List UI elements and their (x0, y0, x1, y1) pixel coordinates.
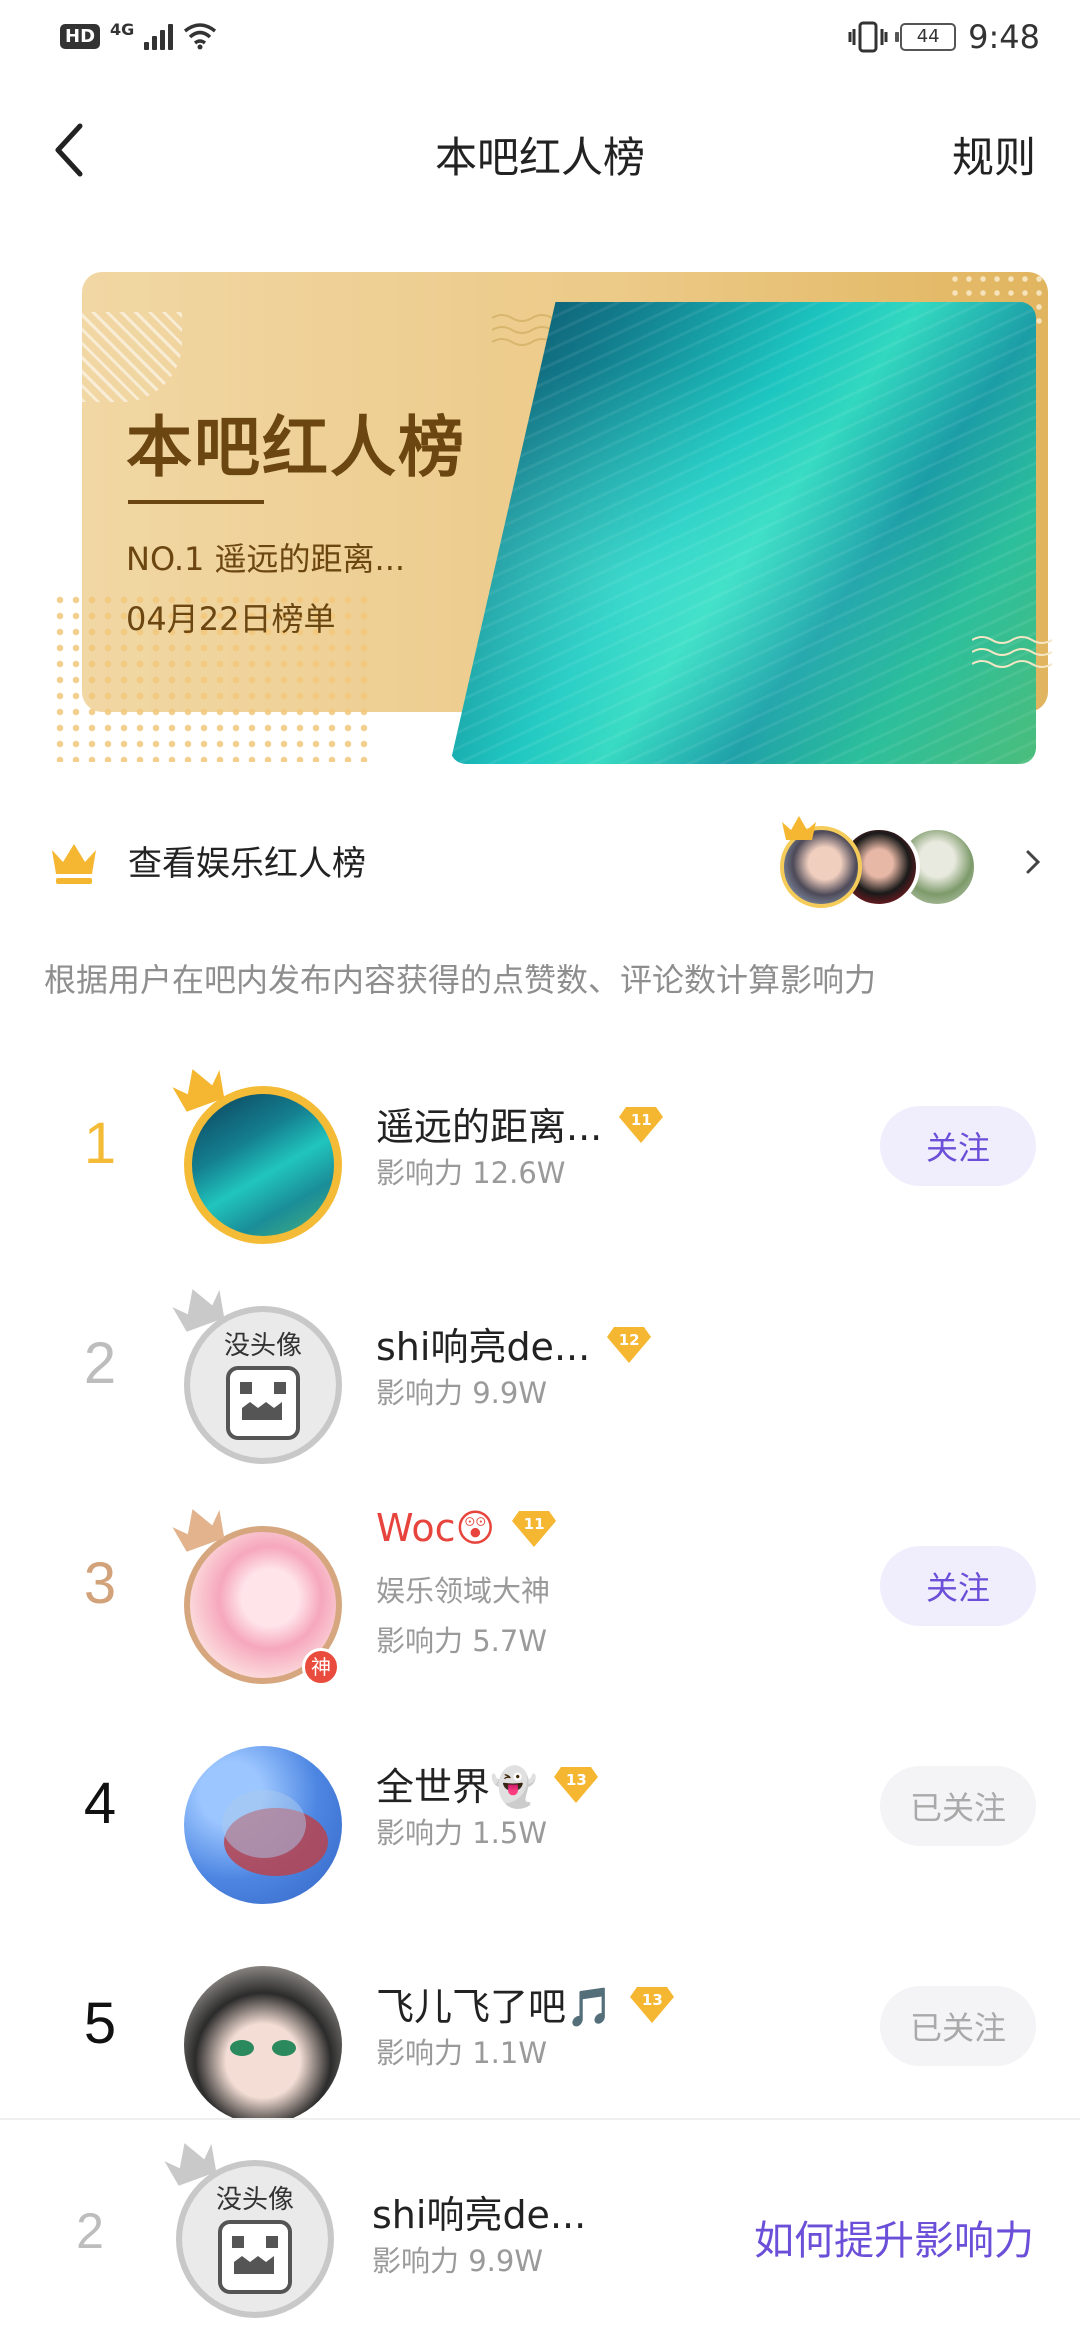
god-badge: 神 (302, 1648, 340, 1686)
level-badge-icon: 13 (629, 1983, 675, 2025)
banner-date: 04月22日榜单 (126, 600, 336, 638)
vibrate-icon (848, 21, 888, 53)
avatar-stack (780, 816, 980, 908)
rank-row-5[interactable]: 5 飞儿飞了吧🎵 13 影响力 1.1W 已关注 (0, 1920, 1080, 2124)
name-line: 全世界👻 13 (376, 1756, 599, 1811)
user-name[interactable]: 飞儿飞了吧🎵 (376, 1976, 613, 2031)
silver-crown-icon (172, 1289, 225, 1332)
avatar[interactable] (184, 1966, 342, 2124)
rank-row-3[interactable]: 3 神 Woc😲 11 娱乐领域大神 影响力 5.7W 关注 (0, 1480, 1080, 1686)
level-badge-icon: 13 (553, 1763, 599, 1805)
level-badge-icon: 11 (511, 1507, 557, 1549)
avatar[interactable] (184, 1746, 342, 1904)
name-line: Woc😲 11 (376, 1506, 557, 1550)
improve-influence-link[interactable]: 如何提升影响力 (754, 2208, 1034, 2266)
my-influence-value: 影响力 9.9W (372, 2244, 544, 2278)
my-rank-number: 2 (76, 2203, 104, 2259)
signal-icon (144, 22, 174, 50)
rank-row-1[interactable]: 1 遥远的距离... 11 影响力 12.6W 关注 (0, 1040, 1080, 1244)
name-line: 遥远的距离... 11 (376, 1096, 664, 1151)
followed-button[interactable]: 已关注 (880, 1986, 1036, 2066)
user-name[interactable]: Woc😲 (376, 1506, 495, 1550)
influence-value: 影响力 1.5W (376, 1816, 548, 1850)
status-bar: HD 4G 44 9:48 (0, 0, 1080, 80)
chevron-right-icon (1026, 850, 1041, 874)
avatar-wrap: 没头像 (168, 1280, 358, 1464)
banner-title: 本吧红人榜 (126, 409, 466, 486)
entertainment-rank-label: 查看娱乐红人榜 (128, 844, 366, 884)
level-badge-icon: 11 (618, 1103, 664, 1145)
follow-button[interactable]: 关注 (880, 1546, 1036, 1626)
rank-number: 1 (83, 1111, 117, 1176)
user-title: 娱乐领域大神 (376, 1574, 551, 1608)
user-name[interactable]: 全世界👻 (376, 1756, 537, 1811)
hd-badge: HD (60, 23, 101, 49)
influence-value: 影响力 12.6W (376, 1156, 566, 1190)
rules-link[interactable]: 规则 (952, 124, 1036, 185)
my-user-name[interactable]: shi响亮de... (372, 2184, 586, 2239)
svg-text:没头像: 没头像 (216, 2185, 294, 2215)
wifi-icon (184, 23, 217, 50)
crown-icon (52, 844, 96, 884)
rank-row-2[interactable]: 2 没头像 shi响亮de... 12 影响力 9.9W (0, 1260, 1080, 1464)
follow-button[interactable]: 关注 (880, 1106, 1036, 1186)
influence-value: 影响力 1.1W (376, 2036, 548, 2070)
banner-image (450, 302, 1036, 764)
status-time: 9:48 (968, 18, 1040, 56)
gold-crown-icon (172, 1069, 225, 1112)
name-line: shi响亮de... 12 (376, 1316, 652, 1371)
status-left: HD 4G (60, 19, 217, 50)
battery-indicator: 44 (895, 23, 957, 51)
svg-text:没头像: 没头像 (224, 1331, 302, 1361)
avatar-wrap: 没头像 (160, 2134, 350, 2318)
rank-row-4[interactable]: 4 全世界👻 13 影响力 1.5W 已关注 (0, 1700, 1080, 1904)
banner-divider (128, 500, 264, 504)
name-line: 飞儿飞了吧🎵 13 (376, 1976, 675, 2031)
rank-number: 5 (83, 1991, 117, 2056)
avatar-wrap (168, 1940, 358, 2124)
banner-stripes (82, 312, 182, 402)
status-right: 44 9:48 (848, 18, 1040, 56)
my-name-line: shi响亮de... (372, 2184, 586, 2239)
network-type: 4G (110, 19, 135, 39)
stack-crown-icon (782, 816, 816, 840)
user-name[interactable]: 遥远的距离... (376, 1096, 602, 1151)
ranking-description: 根据用户在吧内发布内容获得的点赞数、评论数计算影响力 (44, 961, 877, 999)
banner-top-user: NO.1 遥远的距离... (126, 540, 406, 578)
rank-number: 3 (83, 1551, 117, 1616)
avatar-wrap (168, 1720, 358, 1904)
page-title: 本吧红人榜 (434, 133, 645, 182)
followed-button[interactable]: 已关注 (880, 1766, 1036, 1846)
bronze-crown-icon (172, 1509, 225, 1552)
entertainment-rank-row[interactable]: 查看娱乐红人榜 (0, 810, 1080, 910)
wave-decoration-right (972, 636, 1052, 668)
avatar-wrap (168, 1060, 358, 1244)
influence-value: 影响力 9.9W (376, 1376, 548, 1410)
silver-crown-icon (164, 2143, 217, 2186)
rank-number: 4 (83, 1771, 117, 1836)
user-name[interactable]: shi响亮de... (376, 1316, 590, 1371)
rank-number: 2 (83, 1331, 117, 1396)
level-badge-icon: 12 (606, 1323, 652, 1365)
influence-value: 影响力 5.7W (376, 1624, 548, 1658)
banner-card[interactable]: 本吧红人榜 NO.1 遥远的距离... 04月22日榜单 (52, 272, 1052, 764)
my-rank-bar: 2 没头像 shi响亮de... 影响力 9.9W 如何提升影响力 (0, 2118, 1080, 2340)
nav-bar: 本吧红人榜 规则 (0, 100, 1080, 200)
avatar-wrap: 神 (168, 1500, 358, 1686)
